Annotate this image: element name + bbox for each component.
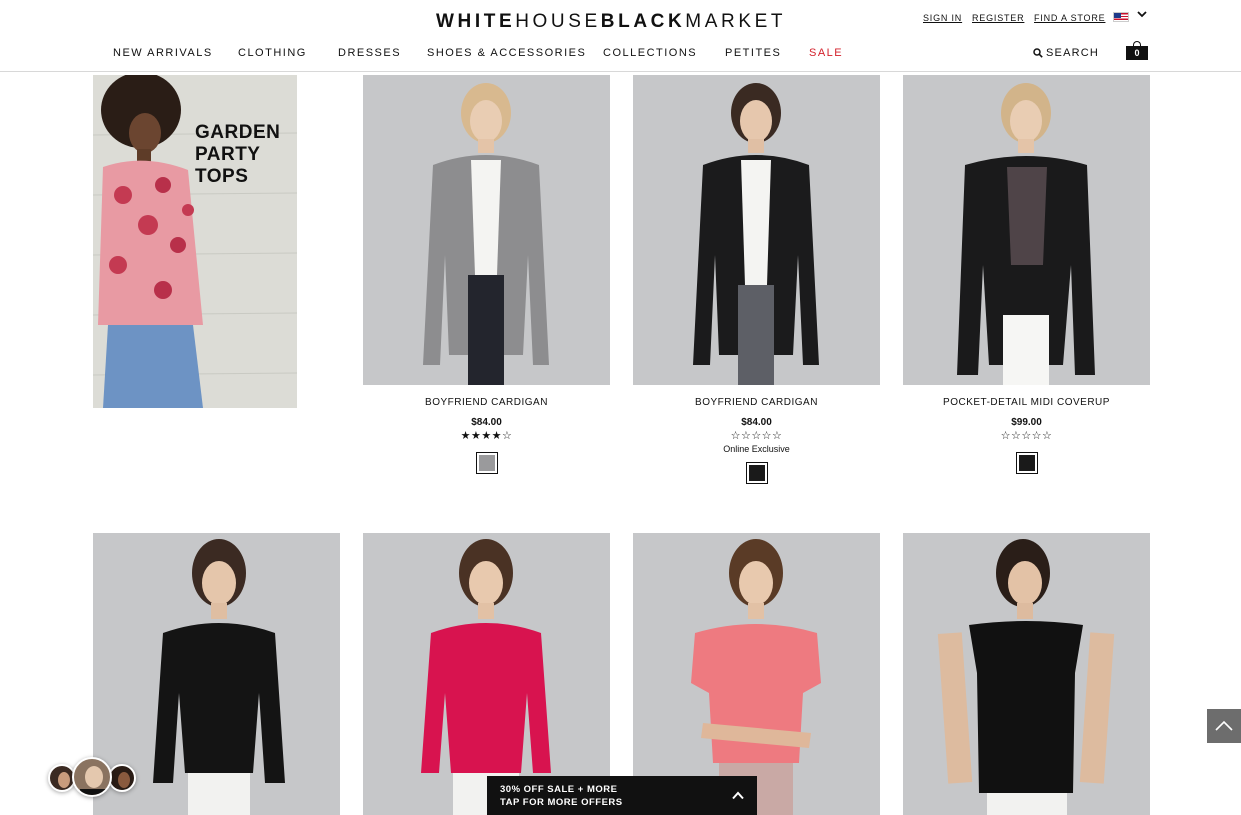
product-tile[interactable]: BOYFRIEND CARDIGAN $84.00 ☆☆☆☆☆ Online E… [633,75,880,484]
product-name[interactable]: POCKET-DETAIL MIDI COVERUP [903,397,1150,408]
nav-new-arrivals[interactable]: NEW ARRIVALS [113,47,213,59]
product-image[interactable] [903,75,1150,385]
product-image[interactable] [363,533,610,815]
site-header: WHITEHOUSEBLACKMARKET SIGN IN REGISTER F… [0,0,1241,72]
color-swatch[interactable] [745,462,768,484]
product-price: $84.00 [471,417,502,428]
register-link[interactable]: REGISTER [972,13,1024,23]
nav-sale[interactable]: SALE [809,47,843,59]
product-image[interactable] [363,75,610,385]
product-tile[interactable] [903,533,1150,815]
chevron-up-icon[interactable] [732,791,744,800]
search-button[interactable]: SEARCH [1033,47,1099,59]
nav-collections[interactable]: COLLECTIONS [603,47,697,59]
offer-line-1: 30% OFF SALE + MORE [500,784,618,795]
nav-shoes-accessories[interactable]: SHOES & ACCESSORIES [427,47,586,59]
logo-word-black: BLACK [600,11,686,32]
nav-petites[interactable]: PETITES [725,47,781,59]
nav-clothing[interactable]: CLOTHING [238,47,307,59]
model-photo [691,539,821,815]
logo-word-white: WHITE [436,11,516,32]
product-tile[interactable] [363,533,610,815]
model-photo [423,83,549,385]
back-to-top-button[interactable] [1207,709,1241,743]
product-tile[interactable]: BOYFRIEND CARDIGAN $84.00 ★★★★☆ [363,75,610,474]
search-label: SEARCH [1046,47,1100,59]
brand-logo[interactable]: WHITEHOUSEBLACKMARKET [436,11,786,33]
us-flag-icon[interactable] [1113,12,1129,22]
chevron-up-icon [1215,720,1233,731]
promo-headline: GARDEN PARTY TOPS [195,122,281,187]
product-name[interactable]: BOYFRIEND CARDIGAN [633,397,880,408]
logo-word-house: HOUSE [515,11,601,32]
model-photo [937,539,1115,815]
search-icon [1033,48,1043,58]
rating-stars: ☆☆☆☆☆ [730,430,783,442]
product-image[interactable] [903,533,1150,815]
color-swatch[interactable] [1015,452,1038,474]
bag-count: 0 [1126,46,1148,60]
rating-stars: ☆☆☆☆☆ [1000,430,1053,442]
model-photo [957,83,1095,385]
product-price: $84.00 [741,417,772,428]
shopping-bag-button[interactable]: 0 [1126,41,1148,60]
nav-dresses[interactable]: DRESSES [338,47,401,59]
model-photo [421,539,551,815]
find-a-store-link[interactable]: FIND A STORE [1034,13,1105,23]
rating-stars: ★★★★☆ [460,430,513,442]
product-tile[interactable]: POCKET-DETAIL MIDI COVERUP $99.00 ☆☆☆☆☆ [903,75,1150,474]
product-price: $99.00 [1011,417,1042,428]
product-image[interactable] [633,75,880,385]
offer-line-2: TAP FOR MORE OFFERS [500,797,623,808]
color-swatch[interactable] [475,452,498,474]
chevron-down-icon[interactable] [1137,9,1147,19]
product-tile[interactable] [633,533,880,815]
promo-garden-party-tops[interactable]: GARDEN PARTY TOPS [93,75,297,408]
chat-avatar[interactable] [72,757,112,797]
offers-banner[interactable]: 30% OFF SALE + MORE TAP FOR MORE OFFERS [487,776,757,815]
online-exclusive-label: Online Exclusive [723,444,790,454]
chat-avatar[interactable] [108,764,136,792]
logo-word-market: MARKET [685,11,787,32]
product-name[interactable]: BOYFRIEND CARDIGAN [363,397,610,408]
product-image[interactable] [633,533,880,815]
model-photo [693,83,819,385]
sign-in-link[interactable]: SIGN IN [923,13,962,23]
